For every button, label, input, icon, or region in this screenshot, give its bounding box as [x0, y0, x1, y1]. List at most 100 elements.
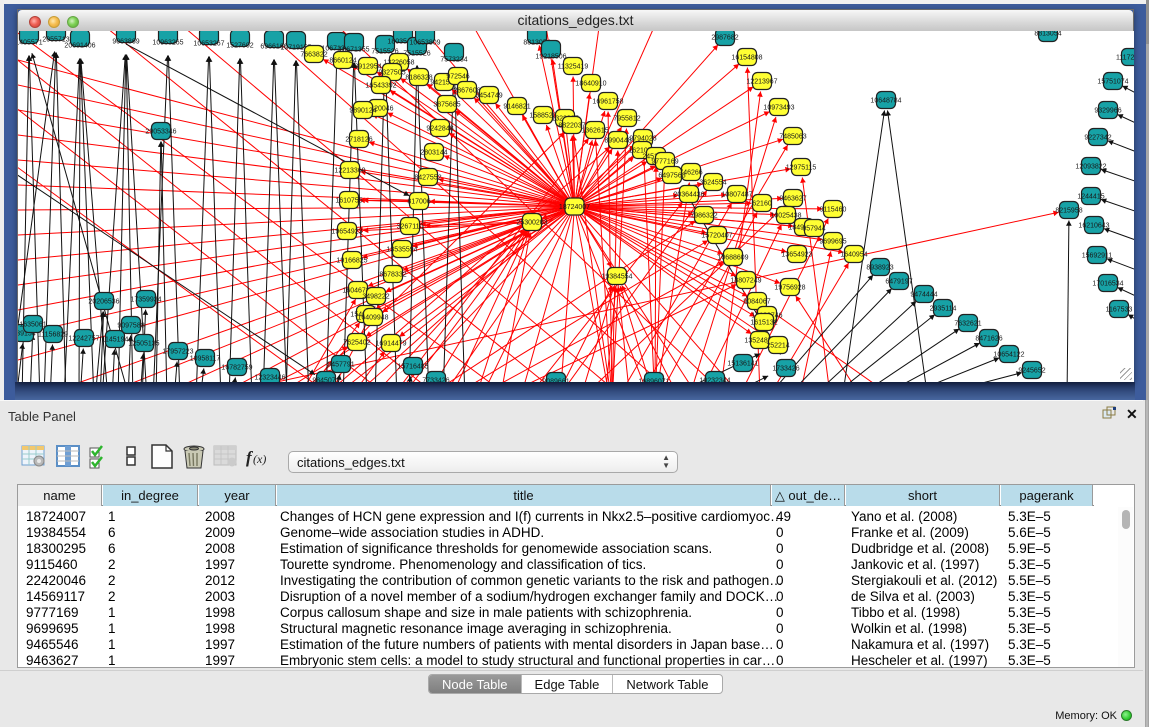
svg-text:9699695: 9699695 [819, 239, 846, 246]
svg-text:7573234: 7573234 [440, 57, 467, 64]
svg-text:10232344: 10232344 [699, 378, 730, 383]
svg-text:8186328: 8186328 [405, 75, 432, 82]
svg-text:9777169: 9777169 [651, 159, 678, 166]
svg-text:18640910: 18640910 [575, 81, 606, 88]
svg-text:12323446: 12323446 [254, 375, 285, 382]
svg-text:8990448: 8990448 [604, 138, 631, 145]
svg-text:10958117: 10958117 [190, 356, 221, 363]
svg-text:972546: 972546 [446, 74, 469, 81]
svg-text:9115460: 9115460 [820, 207, 847, 214]
svg-text:9463627: 9463627 [779, 196, 806, 203]
svg-text:6479197: 6479197 [885, 279, 912, 286]
svg-text:1405571: 1405571 [18, 40, 43, 47]
svg-text:10653809: 10653809 [409, 40, 440, 47]
svg-text:7625402: 7625402 [343, 340, 370, 347]
svg-text:29053346: 29053346 [145, 129, 176, 136]
svg-text:8471626: 8471626 [975, 336, 1002, 343]
svg-text:13535594: 13535594 [386, 247, 417, 254]
svg-text:1145194: 1145194 [102, 337, 129, 344]
svg-text:11156829: 11156829 [38, 332, 68, 339]
svg-text:9845071: 9845071 [312, 378, 339, 383]
svg-text:62160: 62160 [752, 201, 772, 208]
svg-text:12093822: 12093822 [1075, 164, 1106, 171]
svg-text:1610755: 1610755 [335, 198, 362, 205]
svg-text:20206536: 20206536 [88, 299, 119, 306]
svg-text:(x): (x) [253, 452, 266, 466]
svg-text:17359934: 17359934 [130, 297, 161, 304]
svg-text:8215958: 8215958 [1055, 208, 1082, 215]
svg-text:7663822: 7663822 [300, 52, 327, 59]
svg-text:1527602: 1527602 [226, 43, 253, 50]
svg-text:10963265: 10963265 [152, 40, 183, 47]
svg-text:9245652: 9245652 [1018, 368, 1045, 375]
svg-text:9474444: 9474444 [910, 292, 937, 299]
svg-text:10648784: 10648784 [870, 98, 901, 105]
svg-text:19166825: 19166825 [336, 258, 367, 265]
svg-text:13654923: 13654923 [781, 252, 812, 259]
svg-text:1635061: 1635061 [19, 322, 46, 329]
svg-text:7632621: 7632621 [954, 321, 981, 328]
svg-text:16782759: 16782759 [221, 365, 252, 372]
svg-text:16914479: 16914479 [375, 341, 406, 348]
svg-text:9329966: 9329966 [1094, 108, 1121, 115]
svg-text:9146821: 9146821 [503, 104, 530, 111]
svg-text:18807249: 18807249 [730, 278, 761, 285]
svg-text:2803144: 2803144 [420, 150, 447, 157]
svg-text:252214: 252214 [766, 343, 789, 350]
svg-text:15720407: 15720407 [701, 233, 732, 240]
svg-text:817006: 817006 [407, 199, 430, 206]
svg-text:16896071: 16896071 [638, 379, 669, 383]
svg-text:16543392: 16543392 [365, 83, 396, 90]
svg-text:17016534: 17016534 [1092, 281, 1123, 288]
svg-text:1615132: 1615132 [750, 320, 777, 327]
svg-text:9242848: 9242848 [426, 126, 453, 133]
svg-text:12242757: 12242757 [68, 336, 99, 343]
svg-text:7955812: 7955812 [613, 116, 640, 123]
svg-text:9063869: 9063869 [112, 39, 139, 46]
svg-text:3454749: 3454749 [475, 93, 502, 100]
svg-text:9089661: 9089661 [542, 379, 569, 383]
svg-text:10807487: 10807487 [721, 192, 752, 199]
svg-text:15751074: 15751074 [1097, 79, 1128, 86]
svg-text:10973493: 10973493 [763, 105, 794, 112]
svg-text:16961758: 16961758 [592, 99, 623, 106]
svg-text:17957223: 17957223 [162, 349, 193, 356]
svg-text:25300203: 25300203 [516, 220, 547, 227]
svg-text:2935114: 2935114 [930, 306, 957, 313]
svg-text:10653267: 10653267 [193, 41, 224, 48]
svg-text:15136141: 15136141 [727, 361, 758, 368]
svg-text:9327505: 9327505 [378, 70, 405, 77]
svg-text:15692911: 15692911 [1082, 253, 1113, 260]
svg-text:8678332: 8678332 [379, 272, 406, 279]
svg-text:3498222: 3498222 [362, 294, 389, 301]
svg-text:8938923: 8938923 [866, 265, 893, 272]
svg-text:9457791: 9457791 [327, 362, 354, 369]
svg-text:8813054: 8813054 [1034, 31, 1061, 38]
svg-text:1244415: 1244415 [1077, 194, 1104, 201]
svg-text:1733426: 1733426 [772, 366, 799, 373]
svg-text:10025438: 10025438 [770, 213, 801, 220]
svg-text:9227342: 9227342 [1084, 135, 1111, 142]
svg-text:16409948: 16409948 [357, 315, 388, 322]
svg-text:1167533: 1167533 [1106, 307, 1133, 314]
svg-text:12213369: 12213369 [334, 168, 365, 175]
svg-text:1640954: 1640954 [840, 252, 867, 259]
svg-text:9890124: 9890124 [349, 108, 376, 115]
svg-text:19756928: 19756928 [774, 285, 805, 292]
svg-text:12213967: 12213967 [746, 79, 777, 86]
svg-text:19384554: 19384554 [601, 274, 632, 281]
svg-text:11172782: 11172782 [1116, 55, 1134, 62]
svg-text:11325419: 11325419 [558, 64, 589, 71]
svg-text:20364436: 20364436 [673, 192, 704, 199]
svg-text:3267110: 3267110 [397, 224, 424, 231]
svg-text:8427552: 8427552 [414, 175, 441, 182]
svg-text:7986322: 7986322 [690, 213, 717, 220]
svg-text:19654923: 19654923 [331, 229, 362, 236]
svg-text:2987682: 2987682 [711, 35, 738, 42]
svg-text:16154808: 16154808 [731, 55, 762, 62]
svg-text:9084067: 9084067 [743, 299, 770, 306]
svg-text:9097588: 9097588 [117, 323, 144, 330]
svg-text:10654122: 10654122 [993, 352, 1024, 359]
svg-text:3875685: 3875685 [433, 102, 460, 109]
svg-text:18724007: 18724007 [559, 204, 590, 211]
